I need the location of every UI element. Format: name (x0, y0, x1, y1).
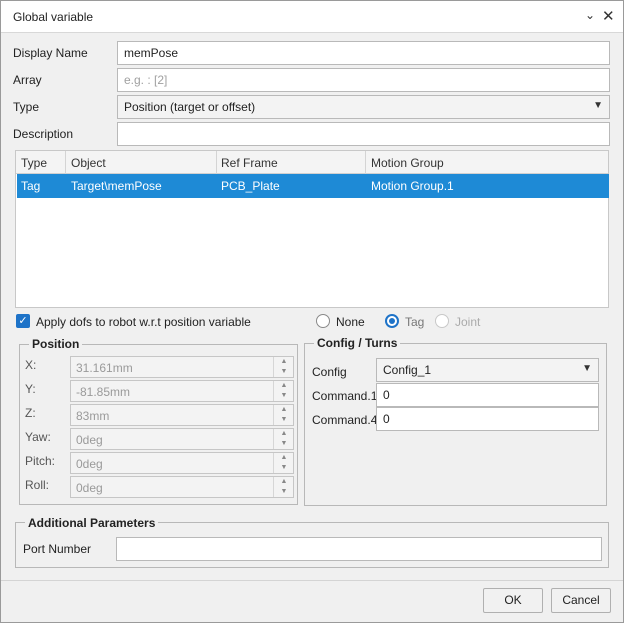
y-spinbox[interactable]: -81.85mm ▲ ▼ (70, 380, 294, 402)
config-turns-group-title: Config / Turns (314, 336, 401, 350)
array-label: Array (13, 73, 42, 87)
y-label: Y: (25, 382, 36, 396)
cell-type: Tag (21, 179, 41, 193)
spin-up-icon[interactable]: ▲ (277, 381, 291, 391)
table-row[interactable]: Tag Target\memPose PCB_Plate Motion Grou… (17, 174, 609, 198)
config-label: Config (312, 365, 347, 379)
z-value: 83mm (76, 409, 110, 423)
column-header-motion-group[interactable]: Motion Group (371, 156, 444, 170)
spin-up-icon[interactable]: ▲ (277, 429, 291, 439)
ok-button[interactable]: OK (483, 588, 543, 613)
y-value: -81.85mm (76, 385, 131, 399)
type-select-value: Position (target or offset) (124, 100, 256, 114)
z-label: Z: (25, 406, 36, 420)
display-name-input[interactable]: memPose (117, 41, 610, 65)
caret-down-icon: ▼ (582, 363, 592, 374)
config-select[interactable]: Config_1 ▼ (376, 358, 599, 382)
port-number-label: Port Number (23, 542, 92, 556)
yaw-spinbox[interactable]: 0deg ▲ ▼ (70, 428, 294, 450)
description-input[interactable] (117, 122, 610, 146)
x-value: 31.161mm (76, 361, 133, 375)
radio-tag[interactable] (385, 314, 399, 328)
column-header-type[interactable]: Type (21, 156, 47, 170)
yaw-label: Yaw: (25, 430, 51, 444)
command1-input[interactable]: 0 (376, 383, 599, 407)
caret-down-icon: ▼ (593, 100, 603, 111)
radio-joint-label: Joint (455, 315, 481, 329)
spin-down-icon[interactable]: ▼ (277, 487, 291, 497)
spin-down-icon[interactable]: ▼ (277, 439, 291, 449)
cell-object: Target\memPose (71, 179, 162, 193)
roll-value: 0deg (76, 481, 103, 495)
z-spinbox[interactable]: 83mm ▲ ▼ (70, 404, 294, 426)
close-icon[interactable]: ✕ (602, 7, 615, 25)
cancel-button[interactable]: Cancel (551, 588, 611, 613)
tags-table: Type Object Ref Frame Motion Group Tag T… (15, 150, 609, 308)
apply-dofs-checkbox[interactable]: ✓ (16, 314, 30, 328)
spin-up-icon[interactable]: ▲ (277, 453, 291, 463)
radio-joint[interactable] (435, 314, 449, 328)
spin-up-icon[interactable]: ▲ (277, 405, 291, 415)
spin-down-icon[interactable]: ▼ (277, 367, 291, 377)
table-header: Type Object Ref Frame Motion Group (16, 151, 608, 174)
port-number-input[interactable] (116, 537, 602, 561)
roll-label: Roll: (25, 478, 50, 492)
type-select[interactable]: Position (target or offset) ▼ (117, 95, 610, 119)
global-variable-dialog: Global variable ⌄ ✕ Display Name memPose… (0, 0, 624, 623)
config-select-value: Config_1 (383, 363, 432, 377)
radio-tag-label: Tag (405, 315, 425, 329)
type-label: Type (13, 100, 40, 114)
spin-up-icon[interactable]: ▲ (277, 477, 291, 487)
additional-parameters-title: Additional Parameters (25, 516, 159, 530)
spin-down-icon[interactable]: ▼ (277, 463, 291, 473)
pitch-label: Pitch: (25, 454, 56, 468)
column-header-object[interactable]: Object (71, 156, 106, 170)
cell-motion-group: Motion Group.1 (371, 179, 454, 193)
pitch-spinbox[interactable]: 0deg ▲ ▼ (70, 452, 294, 474)
spin-down-icon[interactable]: ▼ (277, 415, 291, 425)
cell-ref-frame: PCB_Plate (221, 179, 280, 193)
radio-none-label: None (336, 315, 365, 329)
window-title: Global variable (13, 10, 94, 24)
pitch-value: 0deg (76, 457, 103, 471)
display-name-label: Display Name (13, 46, 88, 60)
array-input[interactable]: e.g. : [2] (117, 68, 610, 92)
command4-label: Command.4 (312, 413, 378, 427)
description-label: Description (13, 127, 74, 141)
x-spinbox[interactable]: 31.161mm ▲ ▼ (70, 356, 294, 378)
spin-down-icon[interactable]: ▼ (277, 391, 291, 401)
spin-up-icon[interactable]: ▲ (277, 357, 291, 367)
yaw-value: 0deg (76, 433, 103, 447)
chevron-down-icon[interactable]: ⌄ (585, 8, 595, 22)
footer-divider (1, 580, 623, 581)
command4-input[interactable]: 0 (376, 407, 599, 431)
radio-none[interactable] (316, 314, 330, 328)
column-header-ref-frame[interactable]: Ref Frame (221, 156, 278, 170)
command1-label: Command.1 (312, 389, 378, 403)
title-bar: Global variable ⌄ ✕ (1, 1, 623, 33)
apply-dofs-label: Apply dofs to robot w.r.t position varia… (36, 315, 251, 329)
roll-spinbox[interactable]: 0deg ▲ ▼ (70, 476, 294, 498)
x-label: X: (25, 358, 37, 372)
position-group-title: Position (29, 337, 83, 351)
